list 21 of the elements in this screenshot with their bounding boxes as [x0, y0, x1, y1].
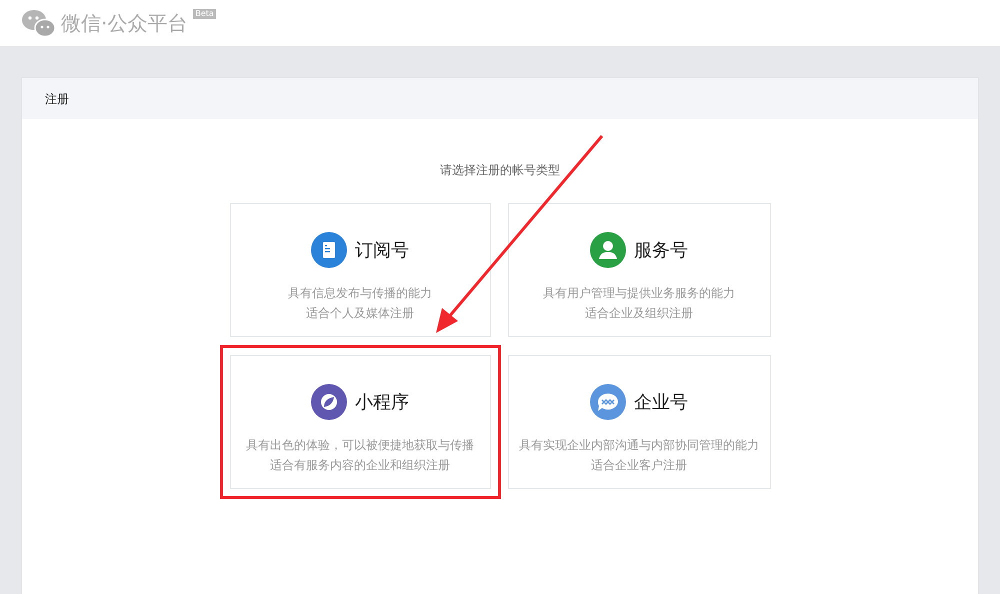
- account-type-title: 订阅号: [355, 238, 409, 262]
- account-type-title: 服务号: [634, 238, 688, 262]
- account-type-description: 具有实现企业内部沟通与内部协同管理的能力: [519, 437, 759, 454]
- account-type-description: 适合有服务内容的企业和组织注册: [270, 457, 450, 474]
- account-type-description: 适合企业及组织注册: [585, 305, 693, 322]
- account-type-card[interactable]: 企业号 具有实现企业内部沟通与内部协同管理的能力 适合企业客户注册: [508, 355, 770, 489]
- account-type-description: 具有出色的体验，可以被便捷地获取与传播: [246, 437, 474, 454]
- account-type-title: 企业号: [634, 390, 688, 414]
- account-type-description: 适合企业客户注册: [591, 457, 687, 474]
- beta-badge: Beta: [193, 9, 216, 19]
- account-type-card[interactable]: 服务号 具有用户管理与提供业务服务的能力 适合企业及组织注册: [508, 203, 770, 337]
- logo-text: 微信·公众平台: [61, 10, 188, 37]
- account-type-title: 小程序: [355, 390, 409, 414]
- chat-bubbles-icon: [21, 8, 57, 38]
- account-type-description: 适合个人及媒体注册: [306, 305, 414, 322]
- account-type-description: 具有信息发布与传播的能力: [288, 285, 432, 302]
- account-type-card[interactable]: 小程序 具有出色的体验，可以被便捷地获取与传播 适合有服务内容的企业和组织注册: [230, 355, 490, 489]
- account-type-description: 具有用户管理与提供业务服务的能力: [543, 285, 735, 302]
- account-type-card[interactable]: 订阅号 具有信息发布与传播的能力 适合个人及媒体注册: [230, 203, 490, 337]
- prompt-text: 请选择注册的帐号类型: [440, 162, 560, 179]
- panel-title: 注册: [45, 90, 69, 108]
